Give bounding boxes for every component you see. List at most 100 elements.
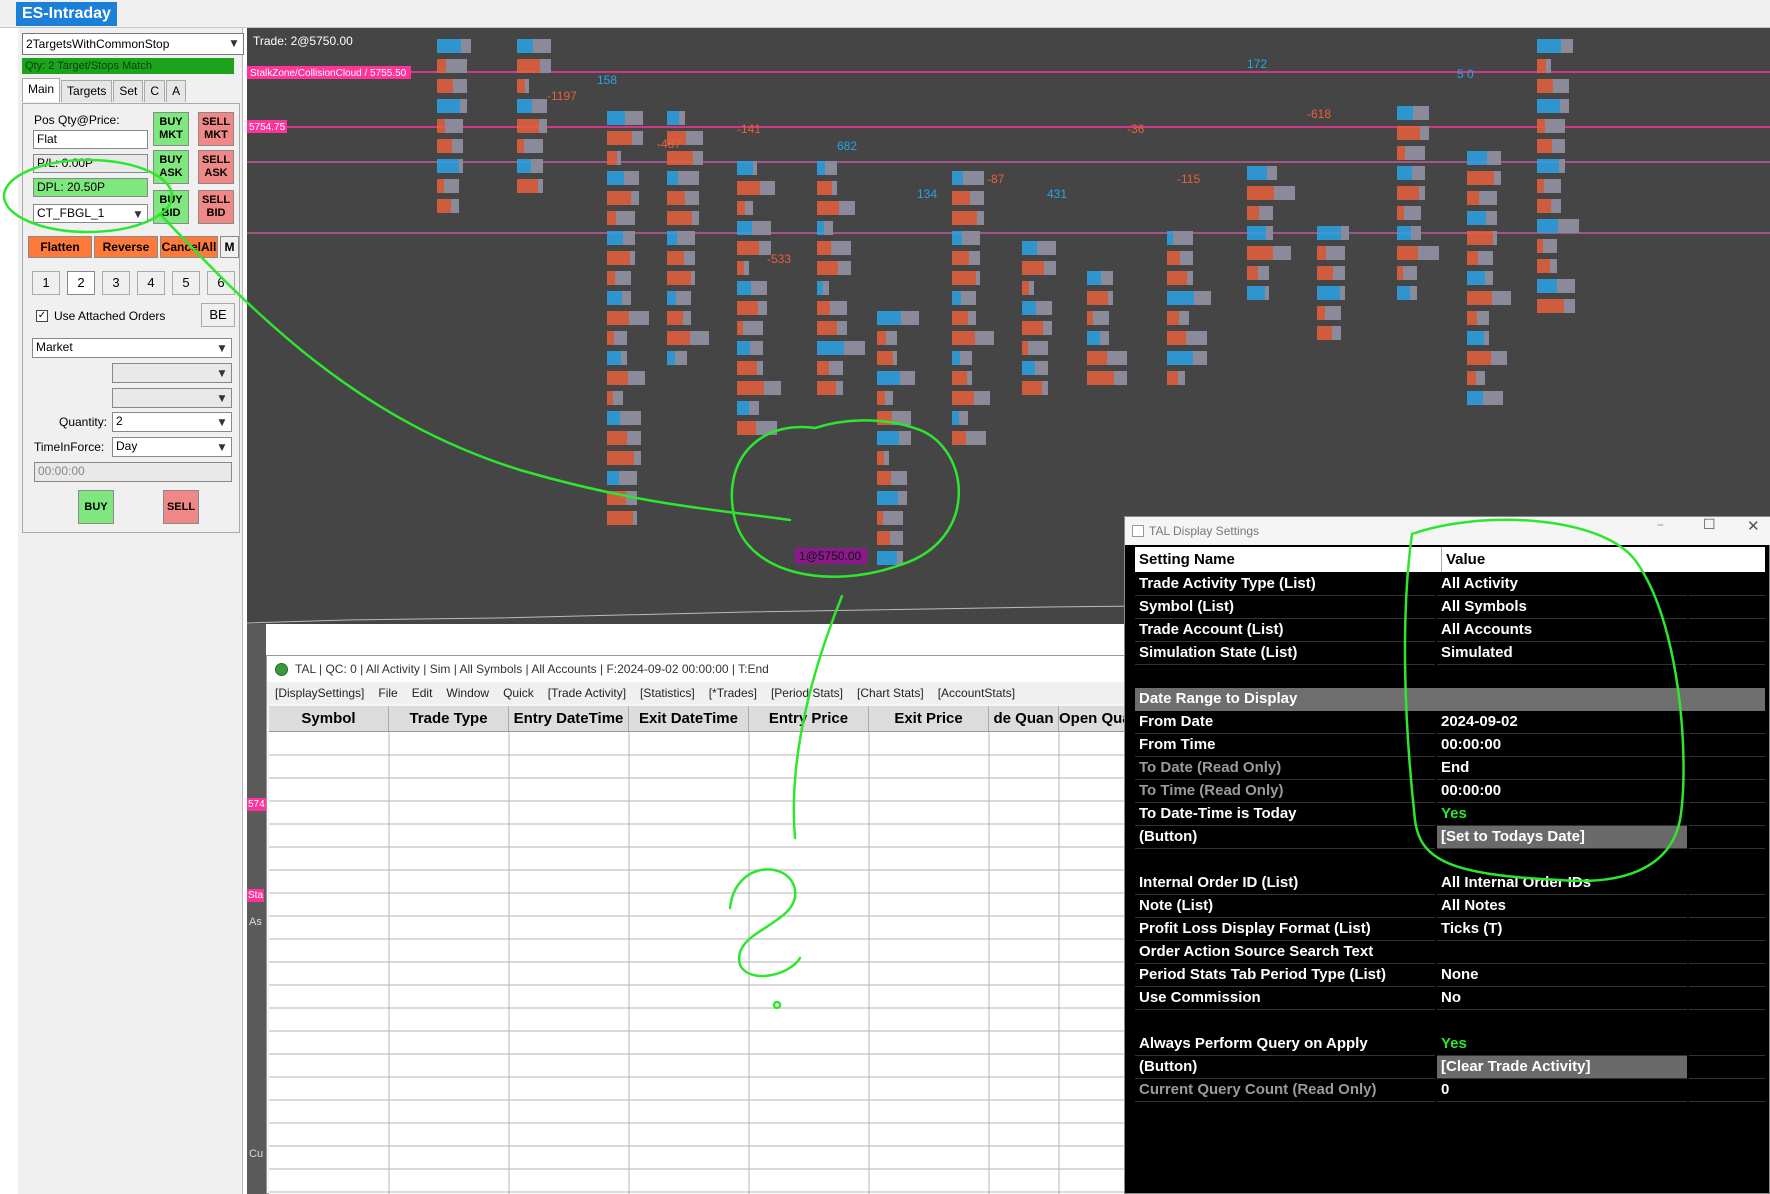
app-title[interactable]: ES-Intraday xyxy=(16,2,117,26)
preset-3-button[interactable]: 3 xyxy=(102,271,130,295)
setting-value[interactable]: Yes xyxy=(1437,1033,1687,1056)
use-attached-checkbox[interactable]: ✓ xyxy=(36,310,48,322)
setting-row[interactable]: Internal Order ID (List) All Internal Ord… xyxy=(1135,872,1765,895)
setting-value[interactable]: 2024-09-02 xyxy=(1437,711,1687,734)
setting-row[interactable]: Order Action Source Search Text xyxy=(1135,941,1765,964)
tif-select[interactable]: Day ▼ xyxy=(112,437,232,457)
setting-row[interactable]: Always Perform Query on Apply Yes xyxy=(1135,1033,1765,1056)
order-type-select[interactable]: Market ▼ xyxy=(32,338,232,358)
buy-ask-button[interactable]: BUY ASK xyxy=(153,150,189,184)
setting-value[interactable]: Ticks (T) xyxy=(1437,918,1687,941)
tal-menu-item[interactable]: [Trade Activity] xyxy=(548,682,626,704)
setting-value[interactable]: All Internal Order IDs xyxy=(1437,872,1687,895)
setting-value[interactable]: [Clear Trade Activity] xyxy=(1437,1056,1687,1079)
tal-menu-item[interactable]: [AccountStats] xyxy=(938,682,1015,704)
tal-menu-item[interactable]: [Period Stats] xyxy=(771,682,843,704)
footprint-bar-volume xyxy=(1403,266,1417,280)
close-icon[interactable]: ✕ xyxy=(1747,517,1760,535)
settings-titlebar[interactable]: TAL Display Settings – ☐ ✕ xyxy=(1125,517,1770,545)
tal-menu-item[interactable]: [*Trades] xyxy=(709,682,757,704)
tab-set[interactable]: Set xyxy=(113,80,144,102)
cancel-all-button[interactable]: CancelAll xyxy=(160,236,218,258)
preset-1-button[interactable]: 1 xyxy=(32,271,60,295)
minimize-icon[interactable]: – xyxy=(1657,517,1664,533)
tal-menu-item[interactable]: Edit xyxy=(412,682,433,704)
tal-menu-item[interactable]: Window xyxy=(446,682,489,704)
setting-value[interactable]: End xyxy=(1437,757,1687,780)
setting-value[interactable]: All Symbols xyxy=(1437,596,1687,619)
setting-value[interactable]: No xyxy=(1437,987,1687,1010)
footprint-bar-volume xyxy=(839,201,855,215)
sell-bid-button[interactable]: SELL BID xyxy=(198,190,234,224)
be-button[interactable]: BE xyxy=(201,303,235,327)
preset-4-button[interactable]: 4 xyxy=(137,271,165,295)
setting-value[interactable]: 00:00:00 xyxy=(1437,780,1687,803)
setting-row[interactable]: (Button) [Clear Trade Activity] xyxy=(1135,1056,1765,1079)
setting-row[interactable]: (Button) [Set to Todays Date] xyxy=(1135,826,1765,849)
tal-menu-item[interactable]: File xyxy=(378,682,397,704)
setting-value[interactable]: 0 xyxy=(1437,1079,1687,1102)
tal-menu-item[interactable]: [Statistics] xyxy=(640,682,695,704)
sell-mkt-button[interactable]: SELL MKT xyxy=(198,112,234,146)
tal-menu-item[interactable]: [DisplaySettings] xyxy=(275,682,364,704)
setting-value[interactable]: [Set to Todays Date] xyxy=(1437,826,1687,849)
delta-label: 682 xyxy=(837,139,857,153)
tal-titlebar[interactable]: TAL | QC: 0 | All Activity | Sim | All S… xyxy=(267,656,1127,682)
footprint-bar xyxy=(607,351,621,365)
tal-menu-item[interactable]: Quick xyxy=(503,682,534,704)
footprint-bar-volume xyxy=(1107,351,1127,365)
quantity-field[interactable]: 2 ▼ xyxy=(112,412,232,432)
footprint-bar-volume xyxy=(539,119,547,133)
tab-c[interactable]: C xyxy=(144,80,166,102)
setting-value[interactable]: 00:00:00 xyxy=(1437,734,1687,757)
setting-row[interactable]: From Date 2024-09-02 xyxy=(1135,711,1765,734)
sell-button[interactable]: SELL xyxy=(163,490,199,524)
setting-value[interactable]: Simulated xyxy=(1437,642,1687,665)
tab-main[interactable]: Main xyxy=(22,78,61,102)
tal-menu-item[interactable]: [Chart Stats] xyxy=(857,682,924,704)
setting-row[interactable]: Trade Activity Type (List) All Activity xyxy=(1135,573,1765,596)
flatten-button[interactable]: Flatten xyxy=(28,236,92,258)
preset-6-button[interactable]: 6 xyxy=(207,271,235,295)
setting-value[interactable]: All Notes xyxy=(1437,895,1687,918)
setting-value[interactable]: None xyxy=(1437,964,1687,987)
setting-value[interactable]: All Accounts xyxy=(1437,619,1687,642)
setting-row[interactable]: To Time (Read Only) 00:00:00 xyxy=(1135,780,1765,803)
tab-a[interactable]: A xyxy=(166,80,187,102)
preset-5-button[interactable]: 5 xyxy=(172,271,200,295)
setting-row[interactable]: Profit Loss Display Format (List) Ticks (… xyxy=(1135,918,1765,941)
setting-row[interactable]: Current Query Count (Read Only) 0 xyxy=(1135,1079,1765,1102)
setting-row[interactable]: From Time 00:00:00 xyxy=(1135,734,1765,757)
footprint-bar xyxy=(877,531,890,545)
preset-2-button[interactable]: 2 xyxy=(67,271,95,295)
strategy-select[interactable]: 2TargetsWithCommonStop ▼ xyxy=(22,33,244,55)
buy-button[interactable]: BUY xyxy=(78,490,114,524)
setting-row[interactable]: Use Commission No xyxy=(1135,987,1765,1010)
setting-row[interactable]: Period Stats Tab Period Type (List) None xyxy=(1135,964,1765,987)
delta-label: -115 xyxy=(1177,172,1200,186)
price-field-2[interactable]: ▼ xyxy=(112,388,232,408)
sell-ask-button[interactable]: SELL ASK xyxy=(198,150,234,184)
setting-value[interactable] xyxy=(1437,941,1687,964)
m-button[interactable]: M xyxy=(220,236,239,258)
tab-targets[interactable]: Targets xyxy=(61,80,113,102)
setting-row[interactable]: Note (List) All Notes xyxy=(1135,895,1765,918)
footprint-bar xyxy=(1467,271,1485,285)
setting-row[interactable]: To Date-Time is Today Yes xyxy=(1135,803,1765,826)
price-field-1[interactable]: ▼ xyxy=(112,363,232,383)
buy-bid-button[interactable]: BUY BID xyxy=(153,190,189,224)
maximize-icon[interactable]: ☐ xyxy=(1703,517,1716,533)
setting-name: Current Query Count (Read Only) xyxy=(1135,1079,1435,1102)
buy-mkt-button[interactable]: BUY MKT xyxy=(153,112,189,146)
reverse-button[interactable]: Reverse xyxy=(94,236,158,258)
setting-row[interactable]: Symbol (List) All Symbols xyxy=(1135,596,1765,619)
time-field[interactable]: 00:00:00 xyxy=(34,462,232,482)
setting-row[interactable]: Simulation State (List) Simulated xyxy=(1135,642,1765,665)
setting-value[interactable]: Yes xyxy=(1437,803,1687,826)
setting-row[interactable]: Trade Account (List) All Accounts xyxy=(1135,619,1765,642)
setting-row[interactable]: To Date (Read Only) End xyxy=(1135,757,1765,780)
account-select[interactable]: CT_FBGL_1 ▼ xyxy=(33,204,148,223)
footprint-bar-volume xyxy=(829,361,843,375)
tal-grid[interactable]: Symbol Trade Type Entry DateTime Exit DateT… xyxy=(269,706,1125,1194)
setting-value[interactable]: All Activity xyxy=(1437,573,1687,596)
